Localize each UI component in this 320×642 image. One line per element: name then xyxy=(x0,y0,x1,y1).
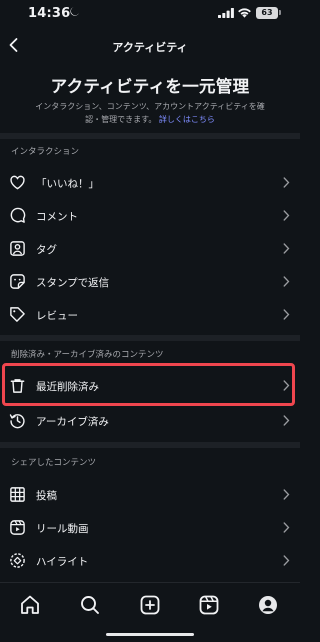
bottom-nav xyxy=(0,582,300,642)
row-sticker-replies[interactable]: スタンプで返信 xyxy=(0,265,300,298)
row-reels[interactable]: リール動画 xyxy=(0,511,300,544)
row-label: 「いいね！」 xyxy=(36,178,99,190)
reels-icon[interactable] xyxy=(197,593,221,617)
chevron-right-icon xyxy=(283,243,290,254)
activity-screen: 14:36 63 アクティビティ アクティビティを一元管理 インタラクション、コ… xyxy=(0,0,300,642)
wifi-icon xyxy=(238,8,251,18)
reels-icon xyxy=(10,520,25,535)
row-highlights[interactable]: ハイライト xyxy=(0,544,300,577)
section-label-shared: シェアしたコンテンツ xyxy=(11,458,97,468)
row-reviews[interactable]: レビュー xyxy=(0,298,300,331)
archive-icon xyxy=(9,414,25,429)
profile-icon[interactable] xyxy=(256,593,280,617)
tag-icon xyxy=(10,241,25,256)
battery-tip xyxy=(279,10,281,15)
section-label-archived: 削除済み・アーカイブ済みのコンテンツ xyxy=(11,350,164,360)
chevron-right-icon xyxy=(283,489,290,500)
chevron-right-icon xyxy=(283,276,290,287)
row-label: コメント xyxy=(36,211,78,223)
row-tags[interactable]: タグ xyxy=(0,232,300,265)
row-label: スタンプで返信 xyxy=(36,277,110,289)
status-time: 14:36 xyxy=(28,6,71,21)
signal-icon xyxy=(218,8,234,18)
chevron-right-icon xyxy=(283,177,290,188)
status-bar: 14:36 63 xyxy=(0,0,300,30)
row-posts[interactable]: 投稿 xyxy=(0,478,300,511)
row-label: タグ xyxy=(36,244,57,256)
row-label: アーカイブ済み xyxy=(36,416,109,428)
create-icon[interactable] xyxy=(138,593,162,617)
header: アクティビティ xyxy=(0,30,300,60)
section-divider xyxy=(0,335,300,341)
page-title: アクティビティ xyxy=(112,41,188,54)
home-indicator xyxy=(106,633,194,636)
chevron-right-icon xyxy=(283,415,290,426)
row-label: レビュー xyxy=(36,310,78,322)
battery-level: 63 xyxy=(256,7,278,19)
grid-icon xyxy=(10,487,25,502)
highlight-icon xyxy=(10,553,25,568)
review-icon xyxy=(10,307,25,322)
chevron-right-icon xyxy=(283,309,290,320)
learn-more-link[interactable]: 詳しくはこちら xyxy=(159,115,215,124)
chevron-right-icon xyxy=(283,522,290,533)
row-label: リール動画 xyxy=(36,523,89,535)
row-label: 投稿 xyxy=(36,490,57,502)
section-divider xyxy=(0,442,300,448)
search-icon[interactable] xyxy=(78,593,102,617)
home-icon[interactable] xyxy=(18,593,42,617)
chevron-right-icon xyxy=(283,210,290,221)
intro-description: インタラクション、コンテンツ、アカウントアクティビティを確認・管理できます。 詳… xyxy=(30,100,270,126)
intro-description-text: インタラクション、コンテンツ、アカウントアクティビティを確認・管理できます。 xyxy=(35,102,265,124)
row-label: ハイライト xyxy=(36,556,89,568)
section-divider xyxy=(0,133,300,139)
intro-title: アクティビティを一元管理 xyxy=(50,77,250,96)
row-archived[interactable]: アーカイブ済み xyxy=(0,404,300,437)
row-likes[interactable]: 「いいね！」 xyxy=(0,166,300,199)
heart-icon xyxy=(10,175,25,190)
section-label-interactions: インタラクション xyxy=(11,147,80,157)
sticker-icon xyxy=(10,274,25,289)
highlight-box xyxy=(2,363,295,406)
moon-icon xyxy=(70,7,79,16)
chevron-right-icon xyxy=(283,555,290,566)
row-comments[interactable]: コメント xyxy=(0,199,300,232)
comment-icon xyxy=(10,207,26,223)
